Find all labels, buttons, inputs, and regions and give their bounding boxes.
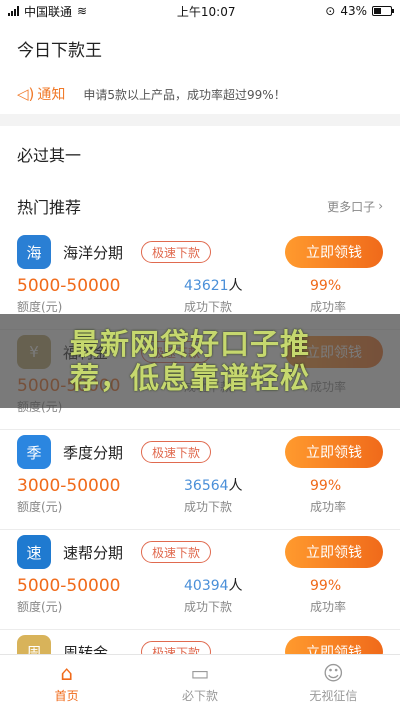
amount-value: 5000-50000	[17, 276, 121, 296]
tab-label: 必下款	[181, 689, 218, 703]
loan-logo-icon: 速	[17, 535, 51, 569]
tab-must-loan[interactable]: ▭ 必下款	[133, 655, 266, 711]
chevron-right-icon: ›	[378, 199, 383, 213]
banner-line-1: 最新网贷好口子推	[70, 327, 311, 361]
rate-label: 成功率	[310, 300, 347, 314]
page-title: 今日下款王	[17, 40, 102, 61]
amount-value: 3000-50000	[17, 476, 121, 496]
apps-count: 36564	[184, 478, 229, 494]
rate-label: 成功率	[310, 600, 347, 614]
rate-label: 成功率	[310, 500, 347, 514]
signal-icon	[8, 6, 19, 16]
loan-name: 季度分期	[63, 443, 124, 462]
wifi-icon: ≋	[77, 4, 88, 18]
banner-line-2: 荐，低息靠谱轻松	[70, 361, 311, 395]
divider	[0, 114, 400, 126]
overlay-banner: 最新网贷好口子推 荐，低息靠谱轻松	[0, 314, 400, 408]
notice-bar[interactable]: ◁) 通知 申请5款以上产品，成功率超过99%！	[0, 74, 400, 114]
must-pass-label: 必过其一	[17, 146, 82, 165]
apps-label: 成功下款	[184, 600, 233, 614]
tab-home[interactable]: ⌂ 首页	[0, 655, 133, 711]
apps-value: 36564人	[184, 476, 310, 496]
apps-count: 40394	[184, 578, 229, 594]
loan-name: 速帮分期	[63, 543, 124, 562]
wallet-icon: ▭	[190, 661, 210, 685]
tab-bar: ⌂ 首页 ▭ 必下款 ☺ 无视征信	[0, 654, 400, 711]
amount-stat: 5000-50000 额度(元)	[17, 276, 184, 314]
amount-stat: 5000-50000 额度(元)	[17, 576, 184, 614]
rate-stat: 99% 成功率	[310, 276, 346, 314]
hot-section-title: 热门推荐	[17, 198, 82, 217]
amount-label: 额度(元)	[17, 300, 63, 314]
clock: 上午10:07	[176, 4, 236, 19]
apps-unit: 人	[228, 278, 243, 294]
loan-logo-icon: 季	[17, 435, 51, 469]
rate-value: 99%	[310, 478, 342, 494]
loan-list: 海 海洋分期 极速下款 立即领钱 5000-50000 额度(元) 43621人…	[0, 230, 400, 711]
rotation-lock-icon: ⊙	[325, 4, 336, 18]
amount-label: 额度(元)	[17, 600, 63, 614]
apps-label: 成功下款	[184, 500, 233, 514]
tab-ignore-credit[interactable]: ☺ 无视征信	[267, 655, 400, 711]
loan-item[interactable]: 速 速帮分期 极速下款 立即领钱 5000-50000 额度(元) 40394人…	[0, 530, 400, 630]
amount-stat: 3000-50000 额度(元)	[17, 476, 184, 514]
battery-icon	[372, 6, 394, 16]
home-icon: ⌂	[60, 661, 74, 685]
loan-logo-icon: 海	[17, 235, 51, 269]
page-header: 今日下款王	[0, 22, 400, 74]
apps-stat: 36564人 成功下款	[184, 476, 310, 514]
rate-value: 99%	[310, 278, 342, 294]
hot-header: 热门推荐 更多口子 ›	[0, 182, 400, 230]
fast-loan-badge: 极速下款	[141, 241, 212, 263]
tab-label: 首页	[54, 689, 79, 703]
logo-glyph: 海	[26, 243, 42, 262]
rate-stat: 99% 成功率	[310, 576, 346, 614]
loan-item[interactable]: 季 季度分期 极速下款 立即领钱 3000-50000 额度(元) 36564人…	[0, 430, 400, 530]
apps-value: 43621人	[184, 276, 310, 296]
notice-text: 申请5款以上产品，成功率超过99%！	[83, 87, 286, 102]
logo-glyph: 季	[26, 443, 42, 462]
battery-percent: 43%	[340, 4, 367, 18]
logo-glyph: 速	[26, 543, 42, 562]
apply-button[interactable]: 立即领钱	[285, 236, 383, 268]
apps-count: 43621	[184, 278, 229, 294]
tab-label: 无视征信	[309, 689, 358, 703]
status-bar: 中国联通 ≋ 上午10:07 ⊙ 43%	[0, 0, 400, 22]
loan-name: 海洋分期	[63, 243, 124, 262]
apps-unit: 人	[228, 478, 243, 494]
apps-stat: 40394人 成功下款	[184, 576, 310, 614]
notice-label-text: 通知	[37, 87, 66, 103]
amount-value: 5000-50000	[17, 576, 121, 596]
apps-value: 40394人	[184, 576, 310, 596]
more-link[interactable]: 更多口子 ›	[327, 198, 383, 215]
notice-label: ◁) 通知	[17, 84, 65, 104]
carrier: 中国联通	[24, 4, 73, 19]
rate-value: 99%	[310, 578, 342, 594]
amount-label: 额度(元)	[17, 500, 63, 514]
fast-loan-badge: 极速下款	[141, 441, 212, 463]
apps-label: 成功下款	[184, 300, 233, 314]
speaker-icon: ◁)	[17, 85, 35, 103]
fast-loan-badge: 极速下款	[141, 541, 212, 563]
user-icon: ☺	[322, 661, 344, 685]
must-pass-section-title: 必过其一	[0, 126, 400, 182]
rate-stat: 99% 成功率	[310, 476, 346, 514]
apps-stat: 43621人 成功下款	[184, 276, 310, 314]
apply-button[interactable]: 立即领钱	[285, 436, 383, 468]
apply-button[interactable]: 立即领钱	[285, 536, 383, 568]
more-link-label: 更多口子	[327, 199, 376, 214]
apps-unit: 人	[228, 578, 243, 594]
